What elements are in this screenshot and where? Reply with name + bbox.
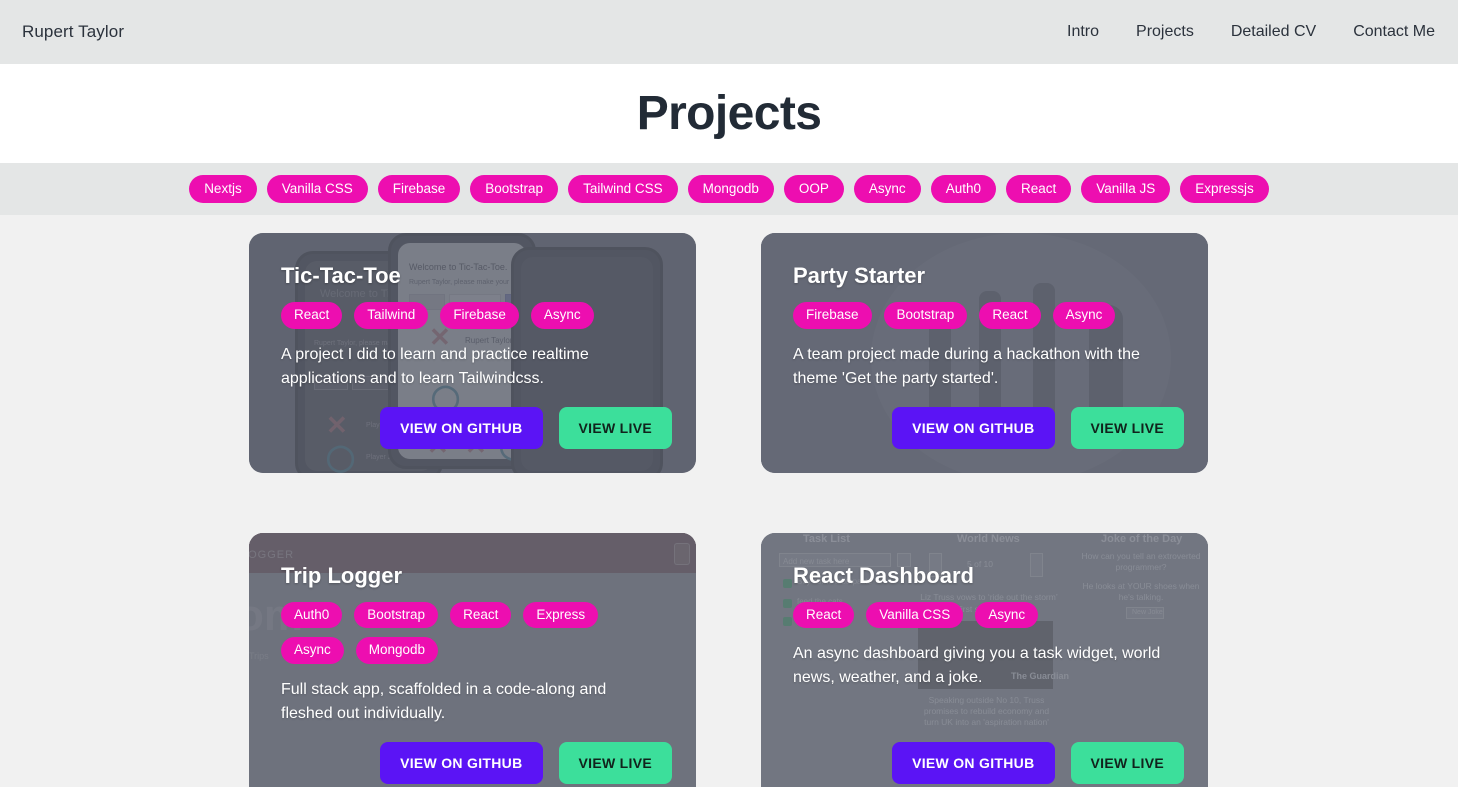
top-navbar: Rupert Taylor Intro Projects Detailed CV… (0, 0, 1458, 64)
project-tag: Tailwind (354, 302, 429, 329)
project-card-react-dashboard[interactable]: Task List World News Joke of the Day Add… (761, 532, 1208, 787)
view-on-github-button[interactable]: VIEW ON GITHUB (380, 406, 543, 449)
nav-link-projects[interactable]: Projects (1136, 23, 1194, 41)
nav-link-contact-me[interactable]: Contact Me (1353, 23, 1435, 41)
view-on-github-button[interactable]: VIEW ON GITHUB (892, 741, 1055, 784)
project-tag: React (979, 302, 1041, 329)
card-action-buttons: VIEW ON GITHUB VIEW LIVE (281, 726, 672, 784)
filter-pill-oop[interactable]: OOP (783, 174, 844, 204)
project-tag-list: Firebase Bootstrap React Async (793, 302, 1184, 329)
project-title: Tic-Tac-Toe (281, 263, 401, 288)
page-title: Projects (636, 87, 822, 140)
filter-pill-async[interactable]: Async (853, 174, 921, 204)
project-card-party-starter[interactable]: Party Starter Firebase Bootstrap React A… (761, 233, 1208, 473)
card-content: Tic-Tac-Toe React Tailwind Firebase Asyn… (249, 233, 696, 473)
project-tag: Auth0 (281, 601, 343, 628)
filter-pill-expressjs[interactable]: Expressjs (1180, 174, 1269, 204)
view-live-button[interactable]: VIEW LIVE (558, 406, 672, 449)
project-tag: Firebase (440, 302, 519, 329)
card-content: React Dashboard React Vanilla CSS Async … (761, 533, 1208, 787)
project-title: React Dashboard (793, 562, 974, 588)
project-description: A project I did to learn and practice re… (281, 345, 589, 387)
filter-pill-react[interactable]: React (1005, 174, 1072, 204)
filter-pill-vanilla-js[interactable]: Vanilla JS (1081, 174, 1171, 204)
project-tag: Async (530, 302, 594, 329)
project-tag-list: Auth0 Bootstrap React Express Async Mong… (281, 601, 611, 664)
project-tag: React (281, 302, 343, 329)
brand-logo[interactable]: Rupert Taylor (22, 22, 124, 42)
project-tag: Express (523, 601, 599, 628)
view-live-button[interactable]: VIEW LIVE (1070, 406, 1184, 449)
card-action-buttons: VIEW ON GITHUB VIEW LIVE (793, 391, 1184, 449)
main-navigation: Intro Projects Detailed CV Contact Me (1067, 23, 1436, 41)
nav-link-detailed-cv[interactable]: Detailed CV (1231, 23, 1316, 41)
project-tag-list: React Tailwind Firebase Async (281, 302, 672, 329)
filter-pill-nextjs[interactable]: Nextjs (189, 174, 257, 204)
project-description: An async dashboard giving you a task wid… (793, 645, 1161, 686)
card-content: Trip Logger Auth0 Bootstrap React Expres… (249, 533, 696, 787)
project-tag: Async (281, 637, 344, 664)
view-live-button[interactable]: VIEW LIVE (1070, 741, 1184, 784)
project-description: Full stack app, scaffolded in a code-alo… (281, 680, 607, 722)
project-title: Trip Logger (281, 562, 402, 588)
filter-pill-bootstrap[interactable]: Bootstrap (470, 174, 559, 204)
view-live-button[interactable]: VIEW LIVE (558, 741, 672, 784)
tag-filter-bar: Nextjs Vanilla CSS Firebase Bootstrap Ta… (0, 163, 1458, 215)
project-tag: Mongodb (355, 637, 439, 664)
project-tag: Bootstrap (354, 601, 439, 628)
project-tag: Vanilla CSS (866, 601, 964, 628)
view-on-github-button[interactable]: VIEW ON GITHUB (380, 741, 543, 784)
filter-pill-vanilla-css[interactable]: Vanilla CSS (266, 174, 368, 204)
project-tag: Async (1052, 302, 1116, 329)
project-tag: Async (975, 601, 1039, 628)
project-tag-list: React Vanilla CSS Async (793, 601, 1184, 628)
project-card-tic-tac-toe[interactable]: Welcome to Tic-Tac-Toe. Rupert Taylor, p… (249, 233, 696, 473)
project-tag: Bootstrap (883, 302, 968, 329)
project-card-trip-logger[interactable]: LOGGER om Trips Trip Logger Auth0 Bootst… (249, 532, 696, 787)
filter-pill-firebase[interactable]: Firebase (377, 174, 461, 204)
project-tag: Firebase (793, 302, 872, 329)
project-description: A team project made during a hackathon w… (793, 345, 1140, 387)
view-on-github-button[interactable]: VIEW ON GITHUB (892, 406, 1055, 449)
card-action-buttons: VIEW ON GITHUB VIEW LIVE (793, 726, 1184, 784)
page-title-band: Projects (0, 64, 1458, 163)
filter-pill-mongodb[interactable]: Mongodb (687, 174, 774, 204)
project-title: Party Starter (793, 263, 926, 288)
filter-pill-tailwind-css[interactable]: Tailwind CSS (568, 174, 678, 204)
projects-grid: Welcome to Tic-Tac-Toe. Rupert Taylor, p… (0, 215, 1458, 787)
nav-link-intro[interactable]: Intro (1067, 23, 1099, 41)
card-content: Party Starter Firebase Bootstrap React A… (761, 233, 1208, 473)
project-tag: React (793, 601, 855, 628)
project-tag: React (450, 601, 512, 628)
filter-pill-auth0[interactable]: Auth0 (930, 174, 996, 204)
card-action-buttons: VIEW ON GITHUB VIEW LIVE (281, 391, 672, 449)
